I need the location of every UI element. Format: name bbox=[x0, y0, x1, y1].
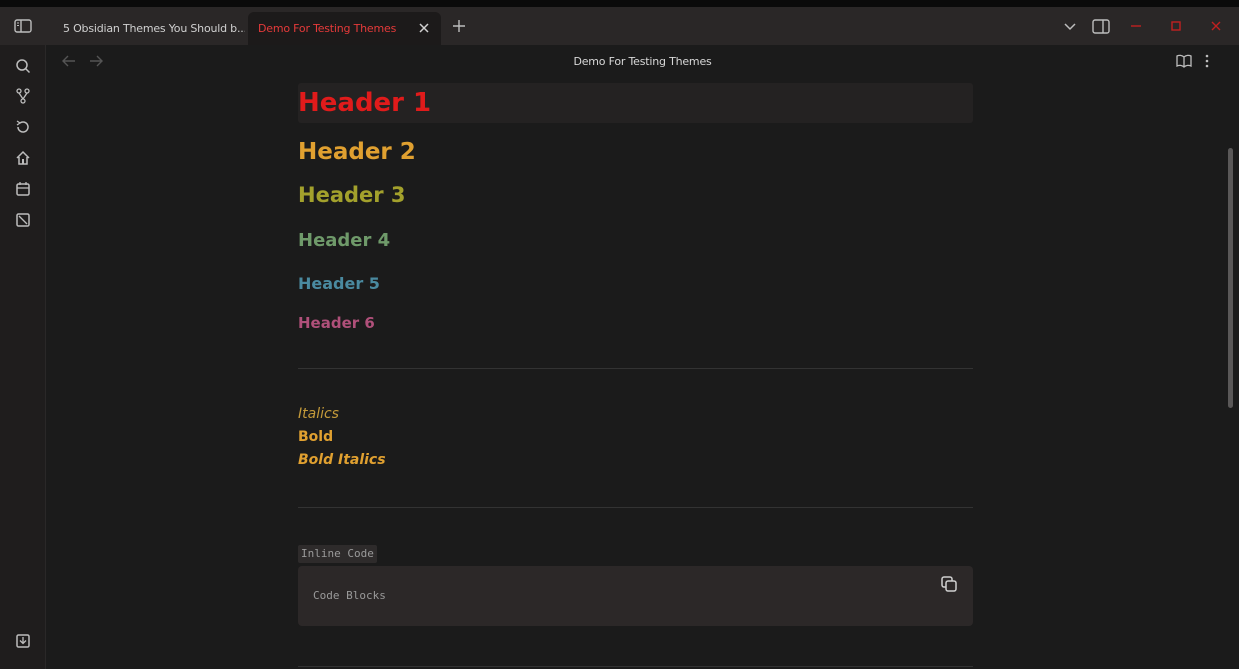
left-sidebar-toggle-icon[interactable] bbox=[10, 15, 36, 37]
minimize-window-icon[interactable] bbox=[1128, 18, 1144, 34]
horizontal-rule bbox=[298, 507, 973, 508]
window-top-border bbox=[0, 0, 1239, 7]
bold-italics-text: Bold Italics bbox=[298, 452, 386, 468]
import-icon[interactable] bbox=[13, 631, 33, 651]
search-icon[interactable] bbox=[13, 56, 33, 76]
view-title[interactable]: Demo For Testing Themes bbox=[46, 55, 1239, 68]
code-block: Code Blocks bbox=[298, 566, 973, 626]
inline-code: Inline Code bbox=[298, 545, 377, 563]
more-options-icon[interactable] bbox=[1205, 54, 1219, 70]
editor-pane: Demo For Testing Themes Header 1 Header … bbox=[46, 45, 1239, 669]
scrollbar[interactable] bbox=[1228, 148, 1233, 408]
header-5: Header 5 bbox=[298, 274, 380, 293]
home-icon[interactable] bbox=[13, 148, 33, 168]
tab-label: 5 Obsidian Themes You Should b... bbox=[63, 22, 245, 35]
close-window-icon[interactable] bbox=[1208, 18, 1224, 34]
left-ribbon bbox=[0, 45, 46, 669]
horizontal-rule bbox=[298, 666, 973, 667]
calendar-icon[interactable] bbox=[13, 179, 33, 199]
graph-icon[interactable] bbox=[13, 86, 33, 106]
italics-text: Italics bbox=[298, 406, 339, 422]
tab-demo-for-testing-themes[interactable]: Demo For Testing Themes bbox=[248, 12, 441, 45]
canvas-icon[interactable] bbox=[13, 210, 33, 230]
new-tab-icon[interactable] bbox=[450, 17, 468, 35]
code-block-text: Code Blocks bbox=[313, 589, 386, 602]
header-4: Header 4 bbox=[298, 230, 391, 251]
header-2: Header 2 bbox=[298, 139, 416, 165]
tab-obsidian-themes[interactable]: 5 Obsidian Themes You Should b... bbox=[53, 12, 245, 45]
header-3: Header 3 bbox=[298, 183, 406, 207]
tab-label: Demo For Testing Themes bbox=[258, 22, 397, 35]
sync-icon[interactable] bbox=[13, 117, 33, 137]
right-sidebar-toggle-icon[interactable] bbox=[1091, 17, 1111, 35]
horizontal-rule bbox=[298, 368, 973, 369]
maximize-window-icon[interactable] bbox=[1168, 18, 1184, 34]
header-1: Header 1 bbox=[298, 88, 432, 118]
copy-icon[interactable] bbox=[940, 575, 958, 593]
chevron-down-icon[interactable] bbox=[1062, 19, 1078, 35]
header-6: Header 6 bbox=[298, 314, 375, 332]
book-open-icon[interactable] bbox=[1176, 54, 1194, 70]
close-tab-icon[interactable] bbox=[416, 20, 432, 36]
tab-bar: 5 Obsidian Themes You Should b... Demo F… bbox=[0, 7, 1239, 45]
bold-text: Bold bbox=[298, 429, 334, 445]
